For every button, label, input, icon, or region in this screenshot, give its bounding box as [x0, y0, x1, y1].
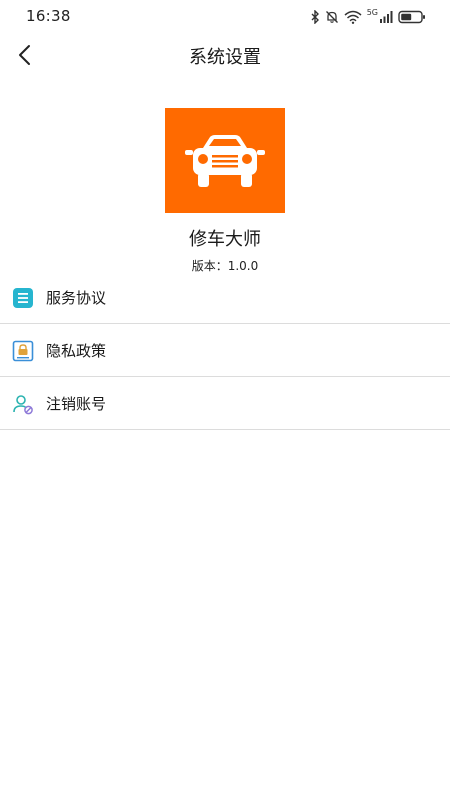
menu-item-service-agreement[interactable]: 服务协议	[0, 271, 450, 324]
app-logo	[165, 108, 285, 213]
bluetooth-icon	[311, 10, 319, 24]
mute-bell-icon	[325, 11, 338, 23]
user-cancel-icon	[13, 395, 33, 415]
nav-bar: 系统设置	[0, 34, 450, 76]
cellular-signal-icon	[380, 11, 393, 23]
menu-item-label: 服务协议	[46, 289, 107, 307]
page-title: 系统设置	[189, 47, 261, 68]
status-bar: 16:38 5G	[0, 0, 450, 34]
status-time: 16:38	[26, 7, 71, 25]
menu-item-label: 隐私政策	[46, 342, 107, 360]
menu-item-label: 注销账号	[46, 395, 107, 413]
network-type-label: 5G	[366, 8, 378, 17]
wifi-icon	[344, 10, 362, 24]
menu-item-privacy-policy[interactable]: 隐私政策	[0, 324, 450, 377]
app-name: 修车大师	[189, 229, 261, 250]
settings-menu: 服务协议 隐私政策 注销账号	[0, 271, 450, 430]
menu-item-delete-account[interactable]: 注销账号	[0, 377, 450, 430]
car-icon	[185, 135, 265, 187]
document-list-icon	[13, 288, 33, 308]
battery-icon	[398, 10, 425, 24]
privacy-lock-icon	[12, 340, 34, 362]
status-icons: 5G	[310, 8, 426, 26]
